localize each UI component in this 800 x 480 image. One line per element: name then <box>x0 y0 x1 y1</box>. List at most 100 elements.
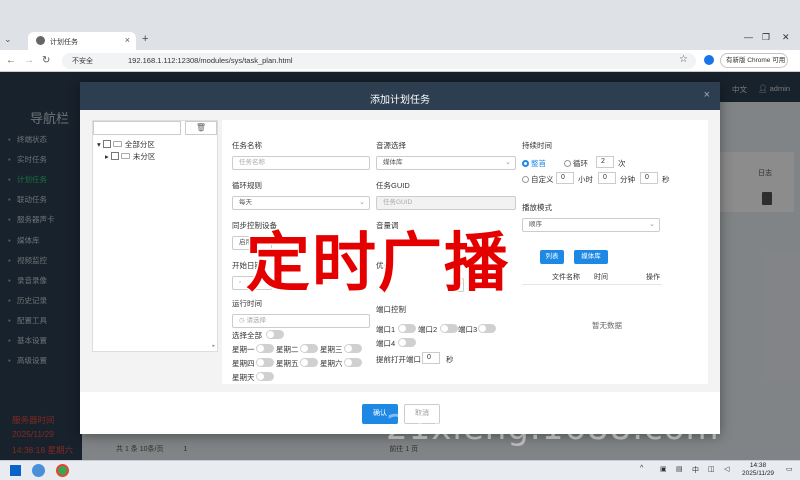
taskbar-date: 2025/11/29 <box>742 470 775 477</box>
weekday-label-wed: 星期三 <box>320 345 343 354</box>
volume-icon[interactable]: ◁ <box>724 465 729 473</box>
tray-app-icon[interactable]: ▣ <box>660 465 667 473</box>
loop-unit: 次 <box>618 159 626 168</box>
tree-node-unassigned[interactable]: ▸ 未分区 <box>105 151 155 162</box>
radio-custom[interactable]: 自定义 <box>522 174 554 185</box>
radio-loop[interactable]: 循环 <box>564 158 588 169</box>
add-list-button[interactable]: 列表 <box>540 250 564 264</box>
close-icon[interactable]: × <box>704 89 710 101</box>
guid-input[interactable]: 任务GUID <box>376 196 516 210</box>
weekday-toggle-thu[interactable] <box>256 358 274 367</box>
reload-icon[interactable]: ↻ <box>42 55 50 66</box>
col-time: 时间 <box>594 274 608 281</box>
tree-checkbox[interactable] <box>102 140 111 148</box>
select-all-label: 选择全部 <box>232 331 262 340</box>
weekday-toggle-sun[interactable] <box>256 372 274 381</box>
url-omnibox[interactable]: 不安全 192.168.1.112:12308/modules/sys/task… <box>62 53 696 69</box>
minute-unit: 分钟 <box>620 175 635 184</box>
trash-icon[interactable]: 🗑︎ <box>185 121 217 135</box>
advance-seconds-input[interactable]: 0 <box>422 352 440 364</box>
chevron-down-icon: ⌄ <box>505 159 511 166</box>
port-control-label: 端口控制 <box>376 305 406 314</box>
windows-start-icon[interactable] <box>10 465 21 476</box>
port-1-toggle[interactable] <box>398 324 416 333</box>
second-input[interactable]: 0 <box>640 172 658 184</box>
dialog-title: 添加计划任务 <box>370 95 430 106</box>
weekday-toggle-wed[interactable] <box>344 344 362 353</box>
task-name-label: 任务名称 <box>232 141 262 150</box>
radio-whole-dot[interactable] <box>522 160 529 167</box>
ime-indicator[interactable]: 中 <box>692 465 699 475</box>
weekday-label-sun: 星期天 <box>232 373 255 382</box>
taskbar-clock[interactable]: 14:38 2025/11/29 <box>742 462 774 478</box>
back-icon[interactable]: ← <box>6 55 16 66</box>
source-label: 音源选择 <box>376 141 406 150</box>
tab-title: 计划任务 <box>50 39 78 46</box>
col-operation: 操作 <box>646 274 660 281</box>
weekday-toggle-mon[interactable] <box>256 344 274 353</box>
chevron-down-icon: ⌄ <box>649 221 655 228</box>
scroll-corner-icon[interactable]: ▸ <box>212 343 215 349</box>
port-3-toggle[interactable] <box>478 324 496 333</box>
tray-network-icon[interactable]: ▤ <box>676 465 683 473</box>
port-2-toggle[interactable] <box>440 324 458 333</box>
radio-custom-dot[interactable] <box>522 176 529 183</box>
minute-input[interactable]: 0 <box>598 172 616 184</box>
source-select[interactable]: 媒体库 ⌄ <box>376 156 516 170</box>
search-icon[interactable] <box>32 464 45 477</box>
weekday-label-sat: 星期六 <box>320 359 343 368</box>
col-file-name: 文件名称 <box>552 274 580 281</box>
duration-label: 持续时间 <box>522 141 552 150</box>
browser-tab[interactable]: 计划任务 × <box>28 32 136 50</box>
insecure-label[interactable]: 不安全 <box>72 56 93 66</box>
tree-search-input[interactable] <box>93 121 181 135</box>
notification-icon[interactable]: ▭ <box>786 465 793 473</box>
url-text[interactable]: 192.168.1.112:12308/modules/sys/task_pla… <box>128 56 293 65</box>
radio-whole[interactable]: 整首 <box>522 158 546 169</box>
weekday-label-fri: 星期五 <box>276 359 299 368</box>
chrome-icon[interactable] <box>56 464 69 477</box>
minimize-button[interactable]: — <box>744 32 753 42</box>
forward-icon[interactable]: → <box>24 55 34 66</box>
restore-button[interactable]: ❐ <box>762 32 770 43</box>
port-2-label: 端口2 <box>418 325 438 334</box>
port-4-toggle[interactable] <box>398 338 416 347</box>
profile-avatar-icon[interactable] <box>704 55 714 65</box>
chrome-update-button[interactable]: 有新版 Chrome 可用 <box>720 53 788 68</box>
tree-checkbox[interactable] <box>110 152 119 160</box>
cycle-rule-select[interactable]: 每天 ⌄ <box>232 196 370 210</box>
tab-list-icon[interactable]: ⌄ <box>4 34 18 46</box>
hour-unit: 小时 <box>578 175 593 184</box>
favicon-icon <box>36 36 45 45</box>
weekday-toggle-sat[interactable] <box>344 358 362 367</box>
tab-close-icon[interactable]: × <box>125 35 130 45</box>
network-icon[interactable]: ◫ <box>708 465 715 473</box>
bookmark-star-icon[interactable]: ☆ <box>679 54 688 65</box>
tray-chevron-icon[interactable]: ^ <box>640 465 643 472</box>
loop-count-input[interactable]: 2 <box>596 156 614 168</box>
folder-icon <box>120 153 130 159</box>
new-tab-button[interactable]: + <box>142 33 148 45</box>
radio-loop-dot[interactable] <box>564 160 571 167</box>
play-mode-label: 播放模式 <box>522 203 552 212</box>
hour-input[interactable]: 0 <box>556 172 574 184</box>
dialog-header: 添加计划任务 × <box>80 82 720 110</box>
weekday-toggle-tue[interactable] <box>300 344 318 353</box>
second-unit: 秒 <box>662 175 670 184</box>
task-name-input[interactable]: 任务名称 <box>232 156 370 170</box>
tree-node-root[interactable]: ▾ 全部分区 <box>97 139 155 150</box>
run-time-input[interactable]: ◷ 请选择 <box>232 314 370 328</box>
close-window-button[interactable]: ✕ <box>782 32 790 43</box>
cycle-rule-label: 循环规则 <box>232 181 262 190</box>
media-library-button[interactable]: 媒体库 <box>574 250 608 264</box>
weekday-label-thu: 星期四 <box>232 359 255 368</box>
select-all-toggle[interactable] <box>266 330 284 339</box>
browser-tabbar: ⌄ 计划任务 × + — ❐ ✕ <box>0 0 800 50</box>
weekday-label-tue: 星期二 <box>276 345 299 354</box>
os-taskbar: ^ ▣ ▤ 中 ◫ ◁ 14:38 2025/11/29 ▭ <box>0 460 800 480</box>
advance-unit: 秒 <box>446 355 454 364</box>
play-mode-select[interactable]: 顺序 ⌄ <box>522 218 660 232</box>
weekday-toggle-fri[interactable] <box>300 358 318 367</box>
table-divider <box>522 284 662 285</box>
no-data-text: 暂无数据 <box>592 321 622 330</box>
